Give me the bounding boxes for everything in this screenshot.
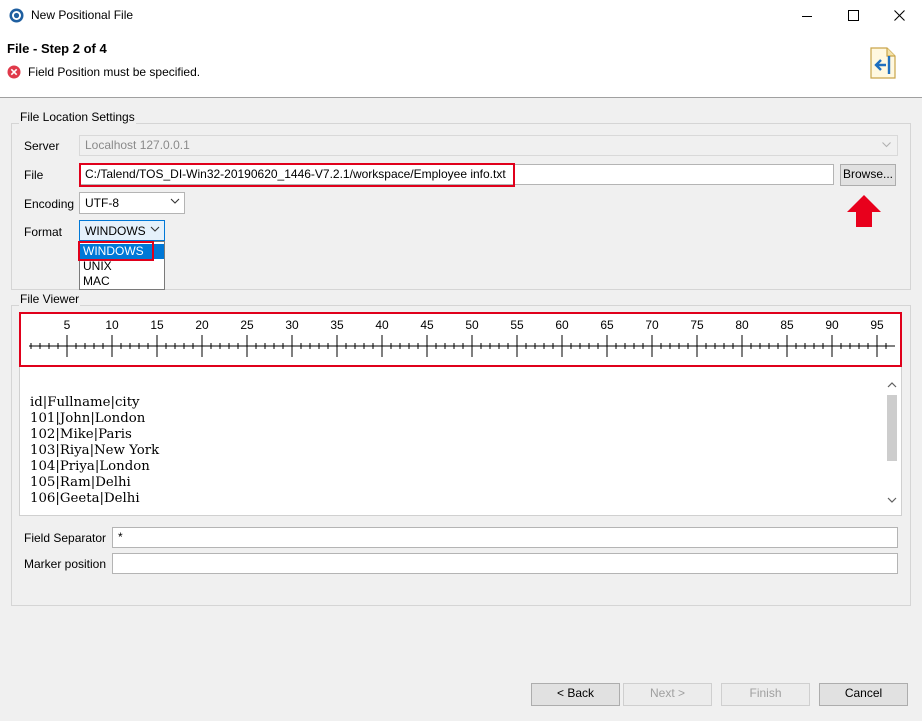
ruler-tick-label: 85 bbox=[780, 318, 794, 332]
error-icon bbox=[7, 65, 21, 79]
finish-button[interactable]: Finish bbox=[721, 683, 810, 706]
field-separator-label: Field Separator bbox=[24, 531, 107, 545]
ruler-tick-label: 80 bbox=[735, 318, 749, 332]
file-content-line: 106|Geeta|Delhi bbox=[30, 491, 140, 506]
file-location-group-label: File Location Settings bbox=[19, 110, 136, 124]
ruler-tick-label: 30 bbox=[285, 318, 299, 332]
ruler-tick-label: 75 bbox=[690, 318, 704, 332]
marker-position-input[interactable] bbox=[112, 553, 898, 574]
scroll-up-icon[interactable] bbox=[887, 381, 897, 388]
talend-app-icon bbox=[9, 8, 24, 23]
file-viewer-group-label: File Viewer bbox=[19, 292, 81, 306]
file-content-lines: id|Fullname|city 101|John|London 102|Mike|… bbox=[30, 395, 159, 507]
scroll-down-icon[interactable] bbox=[887, 497, 897, 504]
minimize-icon bbox=[802, 15, 812, 17]
encoding-value: UTF-8 bbox=[85, 196, 119, 210]
ruler-tick-label: 35 bbox=[330, 318, 344, 332]
file-content-line: 101|John|London bbox=[30, 411, 146, 426]
format-select[interactable]: WINDOWS bbox=[79, 220, 165, 241]
file-content-line: 104|Priya|London bbox=[30, 459, 150, 474]
maximize-icon bbox=[847, 10, 859, 21]
cancel-button[interactable]: Cancel bbox=[819, 683, 908, 706]
field-separator-value: * bbox=[118, 530, 123, 544]
ruler-tick-label: 10 bbox=[105, 318, 119, 332]
ruler-tick-label: 45 bbox=[420, 318, 434, 332]
red-arrow-up-icon bbox=[847, 195, 881, 227]
ruler-tick-label: 25 bbox=[240, 318, 254, 332]
ruler-tick-label: 40 bbox=[375, 318, 389, 332]
file-label: File bbox=[24, 168, 44, 182]
file-path-highlight bbox=[79, 163, 515, 187]
file-content-viewer[interactable]: id|Fullname|city 101|John|London 102|Mike|… bbox=[19, 367, 902, 516]
marker-position-label: Marker position bbox=[24, 557, 107, 571]
scrollbar-thumb[interactable] bbox=[887, 395, 897, 461]
ruler-tick-label: 95 bbox=[870, 318, 884, 332]
format-value: WINDOWS bbox=[85, 224, 146, 238]
minimize-button[interactable] bbox=[784, 0, 830, 31]
encoding-label: Encoding bbox=[24, 197, 75, 211]
ruler-tick-label: 60 bbox=[555, 318, 569, 332]
ruler-tick-label: 50 bbox=[465, 318, 479, 332]
ruler-tick-label: 65 bbox=[600, 318, 614, 332]
close-icon bbox=[893, 10, 905, 21]
file-import-icon bbox=[870, 47, 896, 79]
chevron-down-icon bbox=[150, 226, 160, 232]
format-option-mac[interactable]: MAC bbox=[80, 274, 164, 289]
window-title: New Positional File bbox=[31, 8, 134, 22]
next-button[interactable]: Next > bbox=[623, 683, 712, 706]
column-ruler[interactable]: 5 10 15 20 25 30 35 40 45 50 55 60 65 70 75 80 85 90 95 bbox=[19, 312, 902, 367]
step-title: File - Step 2 of 4 bbox=[7, 41, 107, 56]
back-button[interactable]: < Back bbox=[531, 683, 620, 706]
chevron-down-icon bbox=[170, 198, 180, 204]
format-option-highlight bbox=[78, 241, 154, 261]
close-button[interactable] bbox=[876, 0, 922, 31]
format-label: Format bbox=[24, 225, 63, 239]
ruler-tick-label: 5 bbox=[64, 318, 71, 332]
server-label: Server bbox=[24, 139, 60, 153]
maximize-button[interactable] bbox=[830, 0, 876, 31]
title-bar: New Positional File bbox=[0, 0, 922, 31]
chevron-down-icon bbox=[882, 142, 891, 148]
viewer-scrollbar[interactable] bbox=[883, 377, 901, 513]
wizard-header: File - Step 2 of 4 Field Position must b… bbox=[0, 31, 922, 98]
ruler-tick-label: 20 bbox=[195, 318, 209, 332]
format-option-unix[interactable]: UNIX bbox=[80, 259, 164, 274]
field-separator-input[interactable]: * bbox=[112, 527, 898, 548]
file-content-line: 102|Mike|Paris bbox=[30, 427, 132, 442]
ruler-tick-label: 70 bbox=[645, 318, 659, 332]
server-select[interactable]: Localhost 127.0.0.1 bbox=[79, 135, 898, 156]
ruler-tick-label: 15 bbox=[150, 318, 164, 332]
file-content-line: 105|Ram|Delhi bbox=[30, 475, 131, 490]
server-value: Localhost 127.0.0.1 bbox=[85, 138, 190, 152]
browse-button[interactable]: Browse... bbox=[840, 164, 896, 186]
file-content-line: id|Fullname|city bbox=[30, 395, 140, 410]
encoding-select[interactable]: UTF-8 bbox=[79, 192, 185, 214]
ruler-tick-label: 55 bbox=[510, 318, 524, 332]
file-content-line: 103|Riya|New York bbox=[30, 443, 160, 458]
ruler-tick-label: 90 bbox=[825, 318, 839, 332]
ruler-scale: 5 10 15 20 25 30 35 40 45 50 55 60 65 70 75 80 85 90 95 bbox=[29, 318, 895, 357]
error-message: Field Position must be specified. bbox=[28, 65, 201, 79]
